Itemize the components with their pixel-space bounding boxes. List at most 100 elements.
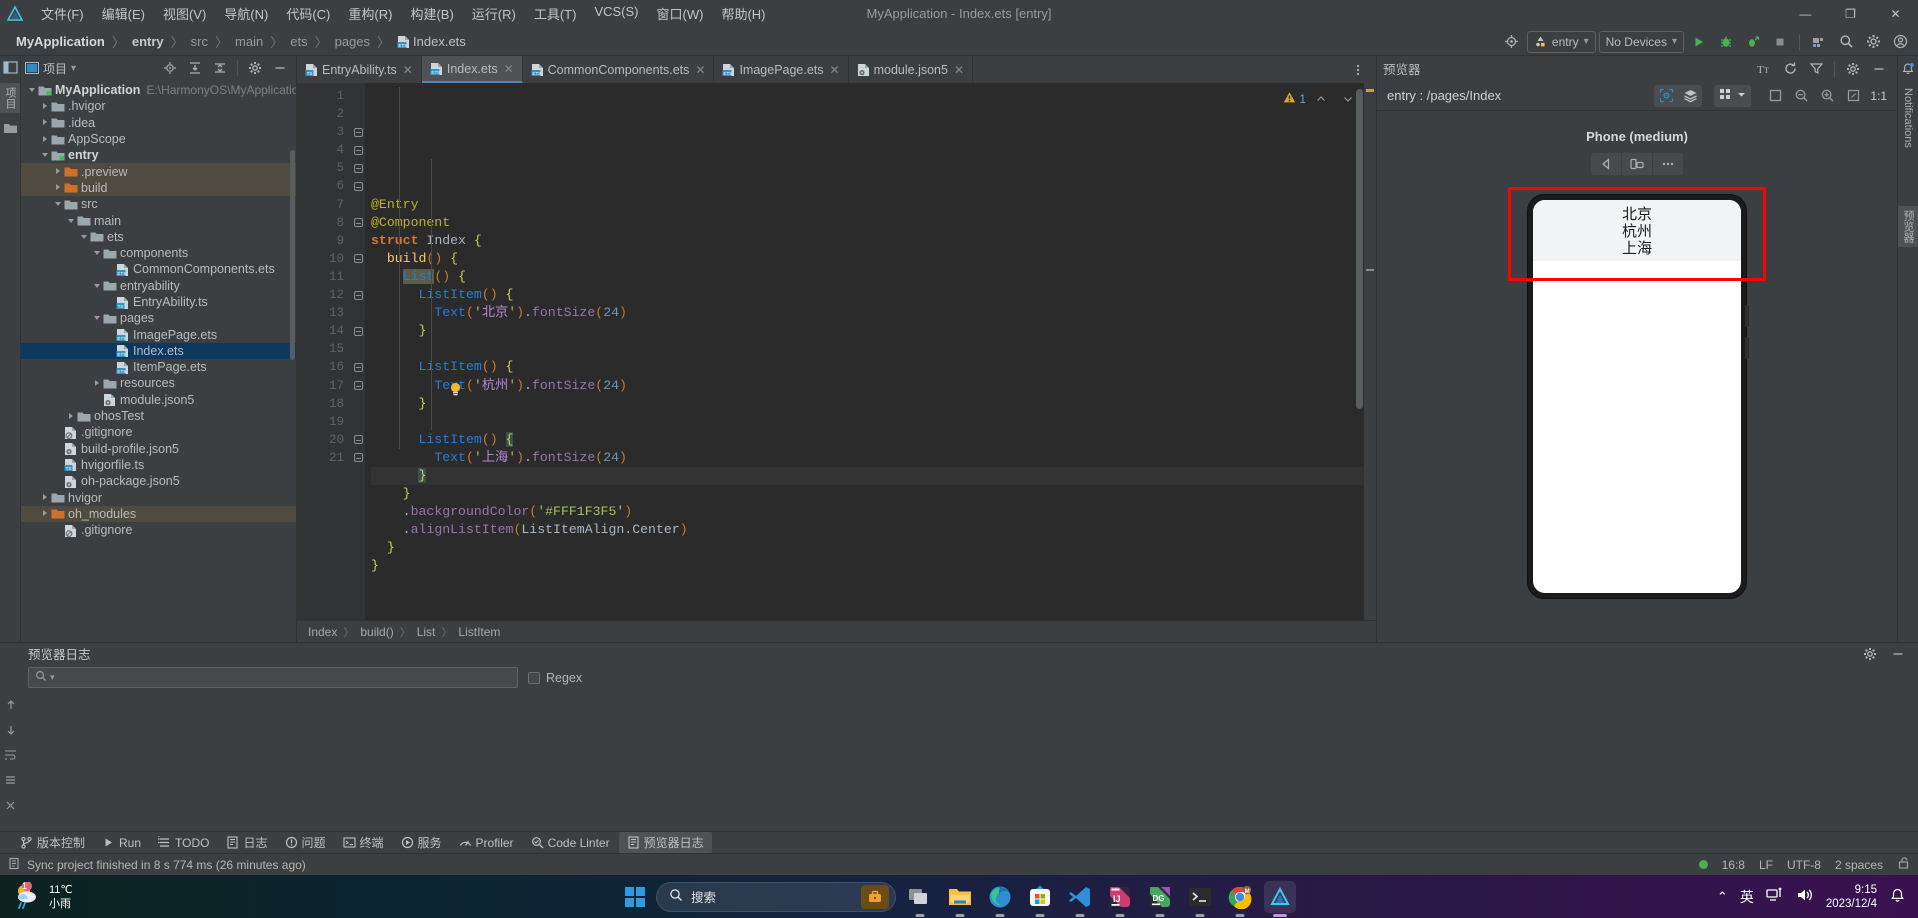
tool-window--[interactable]: 终端 <box>335 832 392 853</box>
code-line-4[interactable]: build() { <box>371 250 1376 268</box>
settings-gear-icon[interactable] <box>1858 642 1882 666</box>
tree-node-main[interactable]: main <box>21 212 296 228</box>
code-line-7[interactable]: Text('北京').fontSize(24) <box>371 304 1376 322</box>
collapse-all-icon[interactable] <box>208 56 232 80</box>
preview-mode-toggle[interactable] <box>1654 85 1702 107</box>
tree-node-imagepage-ets[interactable]: ETSImagePage.ets <box>21 326 296 342</box>
scroll-up-icon[interactable] <box>5 699 17 714</box>
reset-zoom-icon[interactable] <box>1841 84 1865 108</box>
sidebar-item-previewer[interactable]: 预览器 <box>1898 206 1918 247</box>
taskbar-search-box[interactable]: 搜索 <box>656 882 896 912</box>
tool-window--[interactable]: 服务 <box>393 832 450 853</box>
breadcrumb-item-3[interactable]: main <box>231 33 267 50</box>
close-icon[interactable]: ✕ <box>830 63 840 77</box>
file-encoding[interactable]: UTF-8 <box>1787 858 1821 872</box>
copilot-badge-icon[interactable] <box>861 885 889 909</box>
tree-node-ets[interactable]: ets <box>21 229 296 245</box>
breadcrumb-item-1[interactable]: entry <box>128 33 168 50</box>
zoom-out-icon[interactable] <box>1789 84 1813 108</box>
tree-node-myapplication[interactable]: MyApplicationE:\HarmonyOS\MyApplicatio <box>21 82 296 98</box>
tree-node-build[interactable]: build <box>21 180 296 196</box>
more-dots-icon[interactable] <box>1653 153 1683 175</box>
tree-node-appscope[interactable]: AppScope <box>21 131 296 147</box>
google-chrome-icon[interactable]: M <box>1224 881 1256 913</box>
tool-window-profiler[interactable]: Profiler <box>451 834 522 852</box>
menu-item-6[interactable]: 构建(B) <box>401 1 462 26</box>
more-vertical-icon[interactable] <box>1346 58 1370 82</box>
account-icon[interactable] <box>1888 30 1912 54</box>
editor-tab-imagepage-ets[interactable]: ETSImagePage.ets✕ <box>714 56 848 83</box>
search-dropdown-caret[interactable]: ▾ <box>50 672 55 683</box>
warning-stripe-mark[interactable] <box>1366 89 1374 92</box>
chevron-down-icon[interactable] <box>92 313 103 324</box>
menu-item-0[interactable]: 文件(F) <box>32 1 93 26</box>
settings-gear-icon[interactable] <box>243 56 267 80</box>
network-icon[interactable] <box>1766 887 1784 906</box>
code-line-5[interactable]: List() { <box>371 268 1376 286</box>
settings-icon[interactable] <box>4 774 17 789</box>
code-line-16[interactable]: } <box>371 467 1376 485</box>
event-log-icon[interactable] <box>8 857 21 873</box>
windows-start-icon[interactable] <box>622 884 648 910</box>
chevron-right-icon[interactable] <box>53 182 64 193</box>
tree-node--gitignore[interactable]: .gitignore <box>21 522 296 538</box>
tool-window--[interactable]: 问题 <box>277 832 334 853</box>
tree-node-hvigor[interactable]: hvigor <box>21 489 296 505</box>
menu-item-8[interactable]: 工具(T) <box>525 1 586 26</box>
chevron-down-icon[interactable] <box>53 199 64 210</box>
debug-icon[interactable] <box>1714 30 1738 54</box>
code-line-15[interactable]: Text('上海').fontSize(24) <box>371 449 1376 467</box>
tree-node-src[interactable]: src <box>21 196 296 212</box>
search-icon[interactable] <box>1834 30 1858 54</box>
multi-device-selector[interactable] <box>1714 85 1751 107</box>
menu-item-9[interactable]: VCS(S) <box>585 1 647 26</box>
fold-toggle-icon[interactable] <box>351 431 365 449</box>
code-line-1[interactable]: @Entry <box>371 196 1376 214</box>
taskbar-clock[interactable]: 9:15 2023/12/4 <box>1826 883 1877 911</box>
tree-node--hvigor[interactable]: .hvigor <box>21 98 296 114</box>
back-arrow-icon[interactable] <box>1591 153 1622 175</box>
scroll-down-icon[interactable] <box>5 724 17 739</box>
tool-window--[interactable]: 版本控制 <box>12 832 93 853</box>
locate-icon[interactable] <box>158 56 182 80</box>
code-line-20[interactable]: } <box>371 539 1376 557</box>
fit-frame-icon[interactable] <box>1763 84 1787 108</box>
fold-toggle-icon[interactable] <box>351 358 365 376</box>
chevron-right-icon[interactable] <box>40 101 51 112</box>
ime-indicator[interactable]: 英 <box>1740 887 1754 907</box>
chevron-right-icon[interactable] <box>66 411 77 422</box>
inspection-widget[interactable]: 1 <box>1283 87 1360 111</box>
code-line-19[interactable]: .alignListItem(ListItemAlign.Center) <box>371 521 1376 539</box>
tree-node-index-ets[interactable]: ETSIndex.ets <box>21 343 296 359</box>
tree-node-ohostest[interactable]: ohosTest <box>21 408 296 424</box>
inspector-icon[interactable] <box>1654 85 1678 107</box>
fold-toggle-icon[interactable] <box>351 286 365 304</box>
tree-node-oh-modules[interactable]: oh_modules <box>21 506 296 522</box>
editor-tab-entryability-ts[interactable]: TSEntryAbility.ts✕ <box>297 56 422 83</box>
hide-panel-icon[interactable] <box>1867 57 1891 81</box>
code-line-21[interactable]: } <box>371 557 1376 575</box>
editor-tab-commoncomponents-ets[interactable]: ETSCommonComponents.ets✕ <box>523 56 715 83</box>
tree-scrollbar[interactable] <box>290 150 295 360</box>
fold-toggle-icon[interactable] <box>351 177 365 195</box>
chevron-down-icon[interactable] <box>66 215 77 226</box>
fold-toggle-icon[interactable] <box>351 141 365 159</box>
menu-item-7[interactable]: 运行(R) <box>463 1 525 26</box>
chevron-down-icon[interactable] <box>92 248 103 259</box>
tree-node-components[interactable]: components <box>21 245 296 261</box>
code-line-10[interactable]: ListItem() { <box>371 358 1376 376</box>
code-line-6[interactable]: ListItem() { <box>371 286 1376 304</box>
tree-node-entry[interactable]: entry <box>21 147 296 163</box>
tree-node-resources[interactable]: resources <box>21 375 296 391</box>
device-preview-frame[interactable]: 北京杭州上海 <box>1528 195 1746 598</box>
device-screen[interactable]: 北京杭州上海 <box>1533 200 1741 593</box>
code-line-11[interactable]: Text('杭州').fontSize(24) <box>371 377 1376 395</box>
breadcrumb-item-0[interactable]: MyApplication <box>12 33 109 50</box>
line-separator[interactable]: LF <box>1759 858 1773 872</box>
code-line-18[interactable]: .backgroundColor('#FFF1F3F5') <box>371 503 1376 521</box>
close-button[interactable]: ✕ <box>1873 0 1918 27</box>
close-icon[interactable]: ✕ <box>504 62 514 76</box>
terminal-icon[interactable] <box>1184 881 1216 913</box>
deveco-studio-icon[interactable] <box>1264 881 1296 913</box>
microsoft-store-icon[interactable] <box>1024 881 1056 913</box>
